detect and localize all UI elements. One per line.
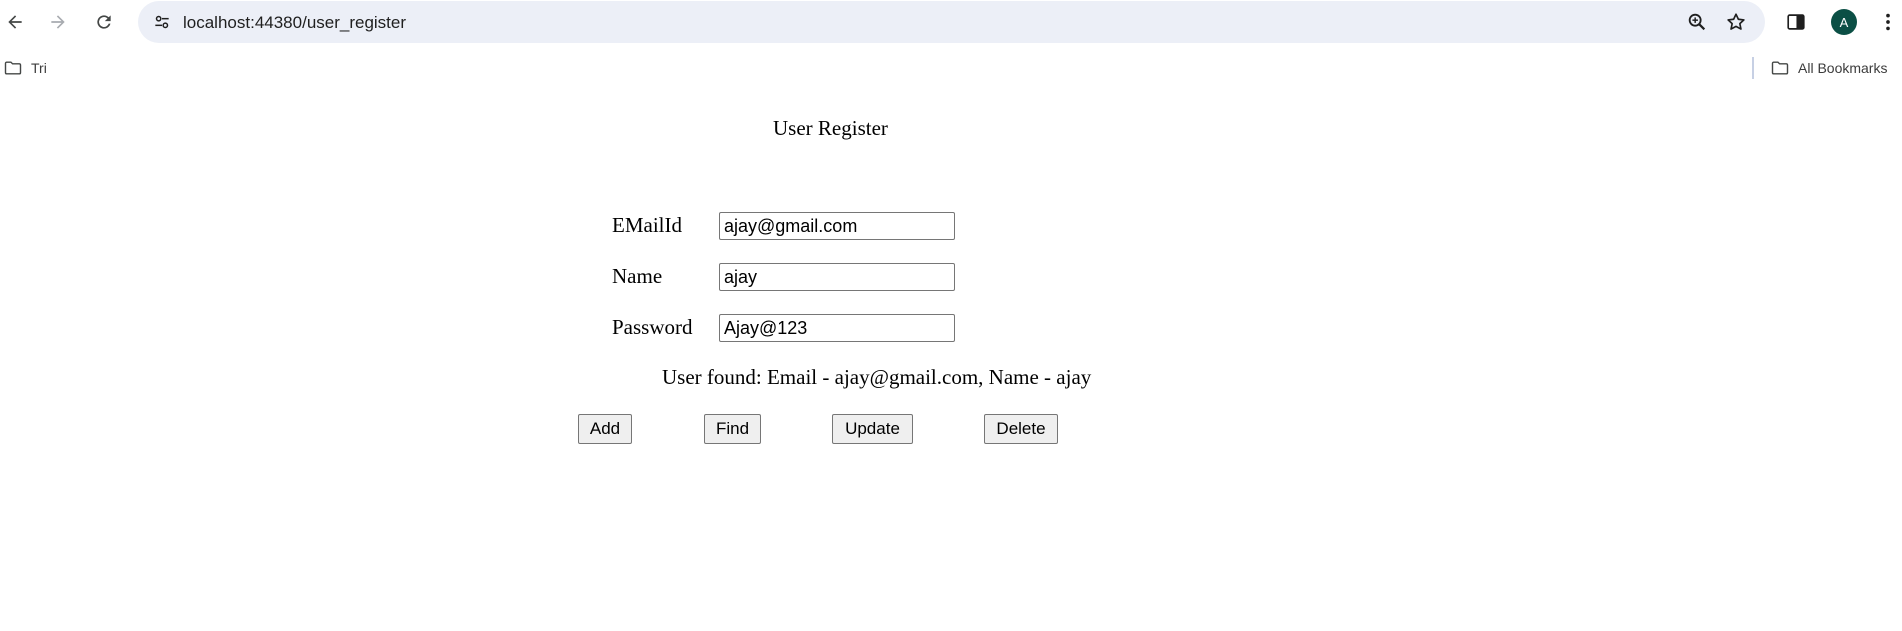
reload-button[interactable] [89, 7, 119, 37]
bookmark-star-button[interactable] [1722, 8, 1750, 36]
url-text[interactable]: localhost:44380/user_register [183, 13, 406, 33]
delete-button[interactable]: Delete [984, 414, 1058, 444]
kebab-menu-icon [1886, 13, 1890, 31]
email-label: EMailId [612, 213, 682, 237]
name-label: Name [612, 264, 663, 288]
reload-icon [97, 15, 111, 29]
folder-icon [1771, 61, 1789, 75]
browser-menu-button[interactable] [1874, 8, 1902, 36]
tune-icon [155, 15, 169, 29]
zoom-in-icon [1688, 13, 1706, 31]
update-button[interactable]: Update [832, 414, 913, 444]
side-panel-icon [1787, 14, 1805, 30]
password-label: Password [612, 315, 693, 339]
find-button[interactable]: Find [704, 414, 761, 444]
add-button[interactable]: Add [578, 414, 632, 444]
arrow-right-icon [51, 15, 65, 29]
folder-icon [4, 61, 22, 75]
arrow-left-icon [8, 15, 22, 29]
side-panel-button[interactable] [1782, 8, 1810, 36]
page-title: User Register [773, 116, 888, 140]
forward-button[interactable] [43, 7, 73, 37]
status-message: User found: Email - ajay@gmail.com, Name… [662, 365, 1092, 389]
site-info-button[interactable] [146, 6, 178, 38]
star-icon [1727, 13, 1745, 30]
back-button[interactable] [0, 7, 30, 37]
password-field[interactable] [719, 314, 955, 342]
bookmark-folder-all-bookmarks[interactable]: All Bookmarks [1770, 58, 1887, 78]
profile-avatar[interactable]: A [1831, 9, 1857, 35]
zoom-button[interactable] [1683, 8, 1711, 36]
bookmark-folder-label: Tri [31, 60, 47, 76]
email-field[interactable] [719, 212, 955, 240]
browser-toolbar: localhost:44380/user_register A [0, 0, 1902, 44]
address-bar[interactable]: localhost:44380/user_register [138, 1, 1765, 43]
bookmark-folder-label: All Bookmarks [1798, 60, 1888, 76]
bookmarks-bar: Tri All Bookmarks [0, 52, 1902, 84]
name-field[interactable] [719, 263, 955, 291]
bookmark-folder-tri[interactable]: Tri [3, 58, 47, 78]
bookmarks-divider [1752, 57, 1754, 79]
